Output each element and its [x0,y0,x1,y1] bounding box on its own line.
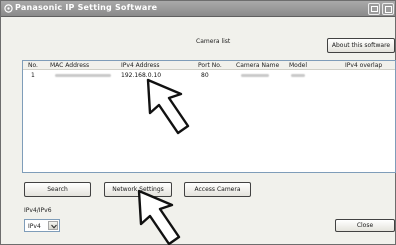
window-title: Panasonic IP Setting Software [15,3,158,12]
column-header-mac[interactable]: MAC Address [50,62,89,69]
row-model-blurred [291,72,305,79]
table-row[interactable]: 1 192.168.0.10 80 [23,72,395,81]
column-header-camera-name[interactable]: Camera Name [236,62,279,69]
column-header-overlap[interactable]: IPv4 overlap [345,62,382,69]
minimize-icon [371,6,378,12]
access-camera-button[interactable]: Access Camera [184,182,251,197]
column-header-ipv4[interactable]: IPv4 Address [121,62,160,69]
search-button[interactable]: Search [24,182,91,197]
camera-list-header: No. MAC Address IPv4 Address Port No. Ca… [23,61,395,70]
pointer-arrow-icon [137,189,181,245]
title-bar[interactable]: Panasonic IP Setting Software [1,1,395,17]
camera-list[interactable]: No. MAC Address IPv4 Address Port No. Ca… [22,60,396,173]
minimize-button[interactable] [368,3,380,15]
close-button[interactable]: Close [335,219,395,232]
row-camera-name-blurred [241,72,269,79]
column-header-model[interactable]: Model [289,62,307,69]
restore-icon [385,6,392,13]
row-no: 1 [31,72,35,79]
restore-button[interactable] [382,3,394,15]
row-port: 80 [201,72,209,79]
dropdown-button[interactable] [48,221,58,230]
pointer-arrow-icon [146,78,190,135]
row-mac-blurred [55,72,111,79]
ip-version-label: IPv4/IPv6 [24,207,52,214]
about-button[interactable]: About this software [327,38,395,53]
column-header-no[interactable]: No. [28,62,38,69]
chevron-down-icon [51,224,57,229]
camera-list-caption: Camera list [196,38,231,45]
column-header-port[interactable]: Port No. [198,62,222,69]
ip-version-select[interactable]: IPv4 [24,219,60,232]
app-icon [4,4,13,13]
ip-version-value: IPv4 [28,223,41,230]
